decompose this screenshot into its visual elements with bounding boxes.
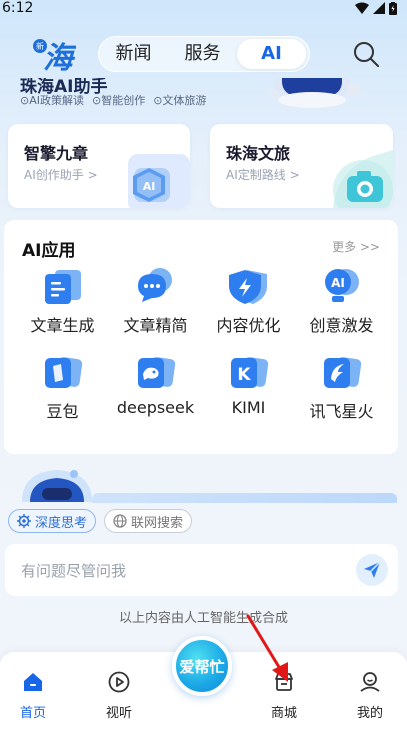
robot-mascot-icon xyxy=(269,78,361,108)
nav-label: 我的 xyxy=(356,706,383,721)
banner-tag: ⊙AI政策解读 xyxy=(20,94,84,107)
bottom-nav: 首页 视听 爱帮忙 商城 我的 xyxy=(0,636,407,736)
app-label: 创意激发 xyxy=(309,316,374,335)
assistant-strip xyxy=(92,493,397,503)
ai-disclaimer: 以上内容由人工智能生成合成 xyxy=(118,611,288,626)
send-button[interactable] xyxy=(356,554,388,586)
app-content-optimize[interactable]: 内容优化 xyxy=(202,266,295,336)
question-input[interactable]: 有问题尽管问我 xyxy=(5,544,398,596)
app-label: 内容优化 xyxy=(216,316,281,335)
document-icon xyxy=(44,270,81,304)
banner-tag: ⊙智能创作 xyxy=(92,94,146,107)
search-icon xyxy=(354,42,379,67)
red-arrow-annotation xyxy=(246,614,288,682)
input-placeholder: 有问题尽管问我 xyxy=(21,561,127,580)
ai-chip-icon: AI xyxy=(128,154,190,208)
logo-icon: 新 海 xyxy=(33,39,78,76)
wifi-icon xyxy=(355,2,369,14)
ai-apps-section: AI应用 更多 >> 文章生成 文章精简 内容优化 AI 创意激发 豆包 dee… xyxy=(4,220,398,454)
chip-label: 联网搜索 xyxy=(131,515,184,531)
app-label: 豆包 xyxy=(46,402,79,421)
app-deepseek[interactable]: deepseek xyxy=(109,352,202,422)
svg-text:AI: AI xyxy=(143,180,156,193)
mode-chips: 深度思考 联网搜索 xyxy=(8,509,193,533)
globe-icon xyxy=(113,514,127,528)
tab-services[interactable]: 服务 xyxy=(168,39,237,69)
kimi-icon: K xyxy=(230,357,268,388)
app-label: 讯飞星火 xyxy=(309,402,374,421)
svg-text:K: K xyxy=(237,365,251,385)
app-kimi[interactable]: K KIMI xyxy=(202,352,295,422)
card-zhuhai-tourism[interactable]: 珠海文旅 AI定制路线 > xyxy=(210,124,393,208)
ai-apps-title: AI应用 xyxy=(22,241,76,261)
card-subtitle: AI创作助手 > xyxy=(24,168,98,182)
nav-label: 首页 xyxy=(19,706,46,721)
banner-tags: ⊙AI政策解读 ⊙智能创作 ⊙文体旅游 xyxy=(20,92,206,108)
robot-mascot-icon xyxy=(22,470,92,502)
top-tabs: 新闻 服务 AI xyxy=(98,36,310,72)
nav-label: 视听 xyxy=(105,706,132,721)
svg-text:AI: AI xyxy=(331,276,345,290)
more-link[interactable]: 更多 >> xyxy=(332,238,380,255)
send-icon xyxy=(364,561,381,578)
app-label: KIMI xyxy=(231,398,266,417)
card-subtitle: AI定制路线 > xyxy=(226,168,300,182)
app-label: 文章精简 xyxy=(123,316,188,335)
app-creative-spark[interactable]: AI 创意激发 xyxy=(295,266,388,336)
user-icon xyxy=(360,672,380,692)
doubao-icon xyxy=(44,357,82,388)
gear-icon xyxy=(17,514,31,528)
status-time: 6:12 xyxy=(2,0,34,16)
signal-icon xyxy=(373,2,385,14)
header: 新 海 新闻 服务 AI xyxy=(0,30,407,78)
camera-icon xyxy=(333,150,393,208)
tab-news[interactable]: 新闻 xyxy=(99,39,168,69)
nav-home[interactable]: 首页 xyxy=(3,670,63,721)
chip-label: 深度思考 xyxy=(35,515,88,531)
app-label: 文章生成 xyxy=(30,316,95,335)
app-article-generate[interactable]: 文章生成 xyxy=(16,266,109,336)
status-bar: 6:12 xyxy=(0,0,407,16)
card-title: 智擎九章 xyxy=(24,144,89,163)
battery-icon xyxy=(389,1,397,15)
home-icon xyxy=(24,673,42,691)
chat-bubble-icon xyxy=(137,268,172,302)
nav-video[interactable]: 视听 xyxy=(89,670,149,721)
ai-banner[interactable]: 珠海AI助手 ⊙AI政策解读 ⊙智能创作 ⊙文体旅游 xyxy=(0,78,407,120)
app-xunfei-spark[interactable]: 讯飞星火 xyxy=(295,352,388,422)
play-circle-icon xyxy=(108,671,130,693)
lightning-shield-icon xyxy=(228,270,267,304)
web-search-toggle[interactable]: 联网搜索 xyxy=(104,509,193,533)
app-label: deepseek xyxy=(116,398,195,417)
card-title: 珠海文旅 xyxy=(226,144,291,163)
deepseek-icon xyxy=(137,357,175,388)
ai-bulb-icon: AI xyxy=(324,269,359,302)
deep-think-toggle[interactable]: 深度思考 xyxy=(8,509,97,533)
app-grid: 文章生成 文章精简 内容优化 AI 创意激发 豆包 deepseek K KIM… xyxy=(16,266,388,422)
banner-tag: ⊙文体旅游 xyxy=(153,94,207,107)
aibangmang-button[interactable]: 爱帮忙 xyxy=(172,636,232,696)
nav-label: 商城 xyxy=(270,706,297,721)
app-article-simplify[interactable]: 文章精简 xyxy=(109,266,202,336)
card-zhiqing-jiuzhang[interactable]: 智擎九章 AI创作助手 > AI xyxy=(8,124,190,208)
search-button[interactable] xyxy=(352,40,380,68)
app-logo: 新 海 xyxy=(30,34,78,76)
nav-mine[interactable]: 我的 xyxy=(340,670,400,721)
svg-text:海: 海 xyxy=(43,41,76,74)
tab-ai[interactable]: AI xyxy=(237,39,306,69)
app-doubao[interactable]: 豆包 xyxy=(16,352,109,422)
spark-icon xyxy=(323,357,361,388)
